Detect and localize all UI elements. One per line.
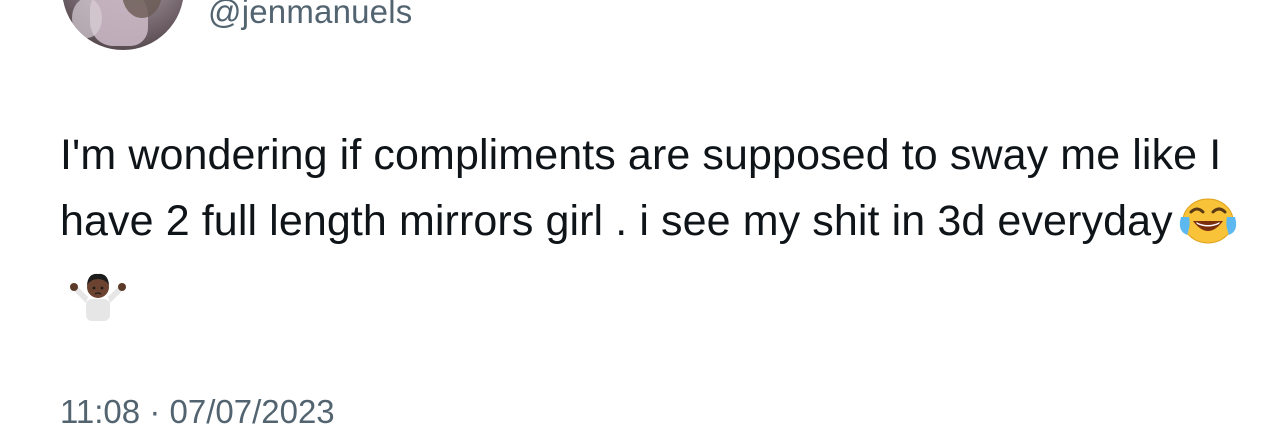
- tweet-date: 07/07/2023: [169, 393, 335, 430]
- tweet-timestamp[interactable]: 11:08 · 07/07/2023: [60, 392, 335, 432]
- face-with-tears-of-joy-icon: [1179, 195, 1237, 264]
- tweet-time: 11:08: [60, 393, 141, 430]
- tweet: @jenmanuels I'm wondering if compliments…: [0, 0, 1284, 430]
- tweet-body: I'm wondering if compliments are suppose…: [60, 122, 1240, 340]
- timestamp-separator: ·: [149, 393, 161, 430]
- avatar[interactable]: [62, 0, 184, 50]
- tweet-text: I'm wondering if compliments are suppose…: [60, 131, 1222, 245]
- person-shrugging-icon: [66, 269, 130, 340]
- user-handle[interactable]: @jenmanuels: [208, 0, 412, 32]
